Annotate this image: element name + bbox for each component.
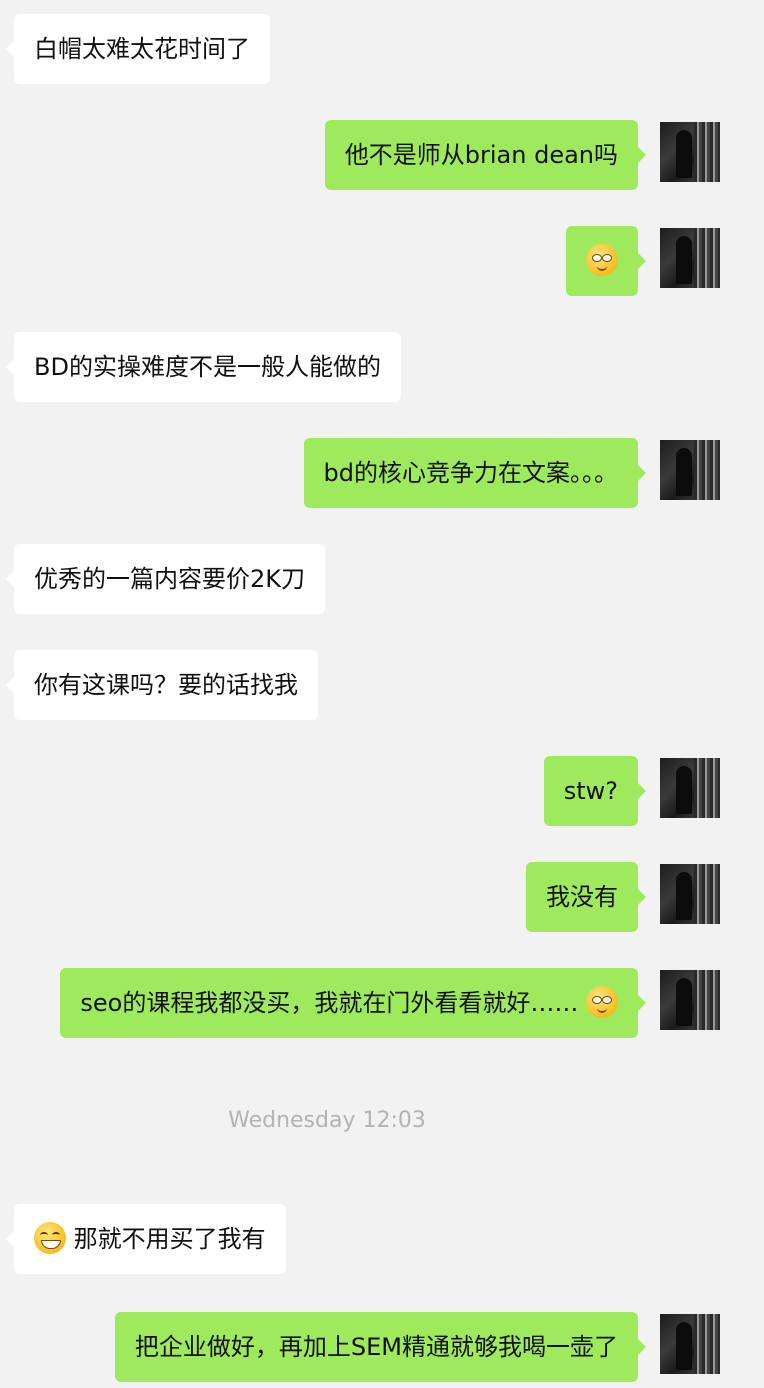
chat-window: { "messages": [ {"side":"left","text":"白… [0, 0, 764, 1388]
message-text: 你有这课吗？要的话找我 [34, 671, 298, 699]
bubble-tail [638, 783, 646, 799]
avatar[interactable] [660, 122, 720, 182]
incoming-bubble[interactable]: 那就不用买了我有 [6, 1204, 286, 1274]
message-text: bd的核心竞争力在文案。。。 [323, 459, 618, 487]
avatar[interactable] [660, 864, 720, 924]
avatar[interactable] [660, 228, 720, 288]
outgoing-bubble[interactable]: bd的核心竞争力在文案。。。 [303, 438, 646, 508]
outgoing-bubble[interactable]: 把企业做好，再加上SEM精通就够我喝一壶了 [114, 1312, 646, 1382]
avatar[interactable] [660, 440, 720, 500]
message-text: seo的课程我都没买，我就在门外看看就好…… [80, 989, 579, 1017]
grin-emoji-icon [34, 1222, 66, 1254]
incoming-bubble[interactable]: 你有这课吗？要的话找我 [6, 650, 318, 720]
bubble-tail [638, 147, 646, 163]
avatar[interactable] [660, 970, 720, 1030]
timestamp: Wednesday 12:03 [228, 1108, 426, 1133]
bubble-tail [6, 359, 14, 375]
incoming-bubble[interactable]: 优秀的一篇内容要价2K刀 [6, 544, 326, 614]
bubble-tail [638, 889, 646, 905]
bubble-tail [638, 995, 646, 1011]
outgoing-bubble[interactable] [566, 226, 646, 296]
bubble-tail [6, 41, 14, 57]
bubble-tail [6, 571, 14, 587]
bubble-tail [638, 1339, 646, 1355]
bubble-tail [638, 253, 646, 269]
outgoing-bubble[interactable]: stw? [543, 756, 646, 826]
message-text: 那就不用买了我有 [73, 1225, 266, 1253]
outgoing-bubble[interactable]: seo的课程我都没买，我就在门外看看就好…… [60, 968, 646, 1038]
message-text: 我没有 [546, 883, 618, 911]
outgoing-bubble[interactable]: 他不是师从brian dean吗 [324, 120, 646, 190]
bubble-tail [6, 1231, 14, 1247]
message-text: 白帽太难太花时间了 [34, 35, 250, 63]
smirk-emoji-icon [586, 244, 618, 276]
message-text: 优秀的一篇内容要价2K刀 [34, 565, 306, 593]
incoming-bubble[interactable]: BD的实操难度不是一般人能做的 [6, 332, 401, 402]
message-text: BD的实操难度不是一般人能做的 [34, 353, 381, 381]
outgoing-bubble[interactable]: 我没有 [526, 862, 646, 932]
bubble-tail [638, 465, 646, 481]
message-text: 他不是师从brian dean吗 [344, 141, 618, 169]
smirk-emoji-icon [586, 986, 618, 1018]
bubble-tail [6, 677, 14, 693]
avatar[interactable] [660, 758, 720, 818]
incoming-bubble[interactable]: 白帽太难太花时间了 [6, 14, 270, 84]
message-text: stw? [563, 777, 618, 805]
avatar[interactable] [660, 1314, 720, 1374]
message-text: 把企业做好，再加上SEM精通就够我喝一壶了 [134, 1333, 618, 1361]
